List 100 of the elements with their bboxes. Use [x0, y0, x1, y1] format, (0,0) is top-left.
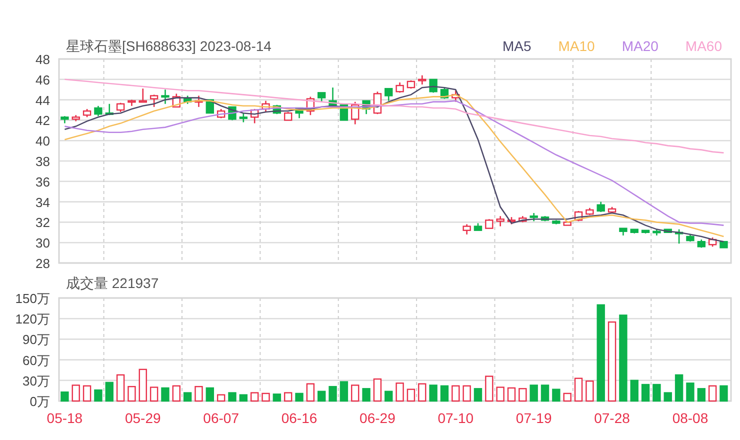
candlestick	[206, 99, 214, 114]
axis-label: 32	[36, 215, 50, 230]
candlestick	[340, 104, 348, 121]
volume-bar	[652, 384, 661, 402]
volume-bar	[306, 383, 315, 402]
axis-label: 30万	[22, 373, 50, 388]
candlestick	[608, 206, 616, 214]
legend-item: MA60	[685, 37, 722, 55]
axis-label: 34	[36, 194, 50, 210]
volume-bar	[396, 382, 404, 402]
volume-bar	[507, 387, 516, 402]
axis-label: 42	[36, 113, 50, 128]
axis-label: 30	[36, 236, 50, 251]
volume-bar	[128, 386, 136, 402]
candlestick	[563, 221, 572, 226]
candlestick	[94, 106, 102, 116]
candlestick	[306, 96, 315, 116]
candlestick	[284, 112, 292, 121]
candlestick	[82, 108, 92, 118]
axis-label: 40	[36, 134, 50, 149]
candlestick	[150, 94, 158, 107]
candlestick	[664, 228, 672, 233]
volume-bar	[216, 394, 226, 402]
axis-label: 44	[36, 92, 50, 108]
volume-bar	[674, 374, 684, 402]
axis-label: 60万	[22, 352, 50, 368]
candlestick	[272, 104, 282, 114]
candlestick	[418, 75, 426, 84]
candlestick	[396, 82, 404, 93]
volume-bar	[708, 385, 717, 402]
candlestick	[328, 88, 337, 108]
candlestick	[60, 116, 69, 124]
volume-bar	[72, 384, 80, 402]
volume-bar	[351, 384, 360, 402]
candlestick	[351, 102, 360, 124]
candlestick	[708, 238, 717, 247]
date-label: 08-08	[672, 410, 708, 426]
volume-bar	[105, 382, 114, 402]
candlestick	[697, 240, 706, 248]
volume-bar	[563, 392, 572, 402]
candlestick	[462, 224, 471, 234]
candlestick	[172, 94, 180, 108]
candlestick	[530, 213, 538, 222]
axis-label: 150万	[15, 291, 50, 306]
volume-bar	[328, 386, 337, 402]
volume-bar	[373, 378, 382, 402]
legend-item: MA20	[622, 37, 658, 55]
candlestick	[295, 107, 304, 118]
volume-bar	[194, 386, 203, 402]
volume-bar	[686, 382, 694, 402]
candlestick	[250, 108, 259, 124]
candlestick	[518, 216, 527, 222]
candlestick	[194, 96, 203, 107]
candlestick	[474, 223, 482, 231]
candlestick	[128, 100, 136, 106]
candlestick	[674, 229, 684, 244]
volume-bar	[586, 380, 594, 402]
volume-bar	[641, 384, 650, 402]
candlestick	[362, 100, 370, 114]
volume-bar	[284, 392, 292, 402]
axis-label: 48	[36, 54, 50, 67]
date-label: 06-07	[203, 410, 239, 426]
candlestick	[540, 216, 550, 222]
volume-bar	[418, 383, 426, 402]
volume-bar	[161, 387, 170, 402]
volume-bar	[362, 388, 370, 402]
date-label: 07-19	[516, 410, 552, 426]
candlestick	[183, 96, 192, 104]
candlestick	[630, 228, 638, 234]
candlestick	[384, 88, 393, 101]
volume-bar	[239, 394, 248, 402]
volume-bar	[172, 385, 180, 402]
candlestick	[485, 219, 494, 229]
axis-label: 36	[36, 174, 50, 190]
candlestick	[105, 104, 114, 116]
candlestick	[586, 208, 594, 216]
volume-bar	[485, 376, 494, 402]
volume-bar	[474, 388, 482, 402]
legend-item: MA5	[502, 37, 532, 55]
candlestick	[507, 217, 516, 224]
candlestick	[161, 90, 170, 104]
candlestick	[552, 220, 560, 224]
volume-bar	[697, 388, 706, 402]
date-label: 06-16	[281, 410, 318, 426]
candlestick	[216, 108, 226, 118]
volume-bar	[452, 385, 460, 402]
candlestick	[619, 228, 628, 236]
volume-bar	[60, 391, 69, 402]
axis-label: 90万	[22, 332, 50, 348]
volume-bar	[116, 374, 125, 402]
volume-bar	[318, 390, 326, 402]
candlestick	[686, 234, 694, 242]
volume-bar	[664, 392, 672, 402]
volume-bar	[228, 392, 236, 402]
date-label: 07-10	[438, 410, 474, 426]
volume-bar	[440, 385, 449, 402]
candlestick	[72, 115, 80, 122]
volume-bar	[384, 390, 393, 402]
volume-bar	[429, 384, 438, 402]
volume-bar	[552, 388, 560, 402]
